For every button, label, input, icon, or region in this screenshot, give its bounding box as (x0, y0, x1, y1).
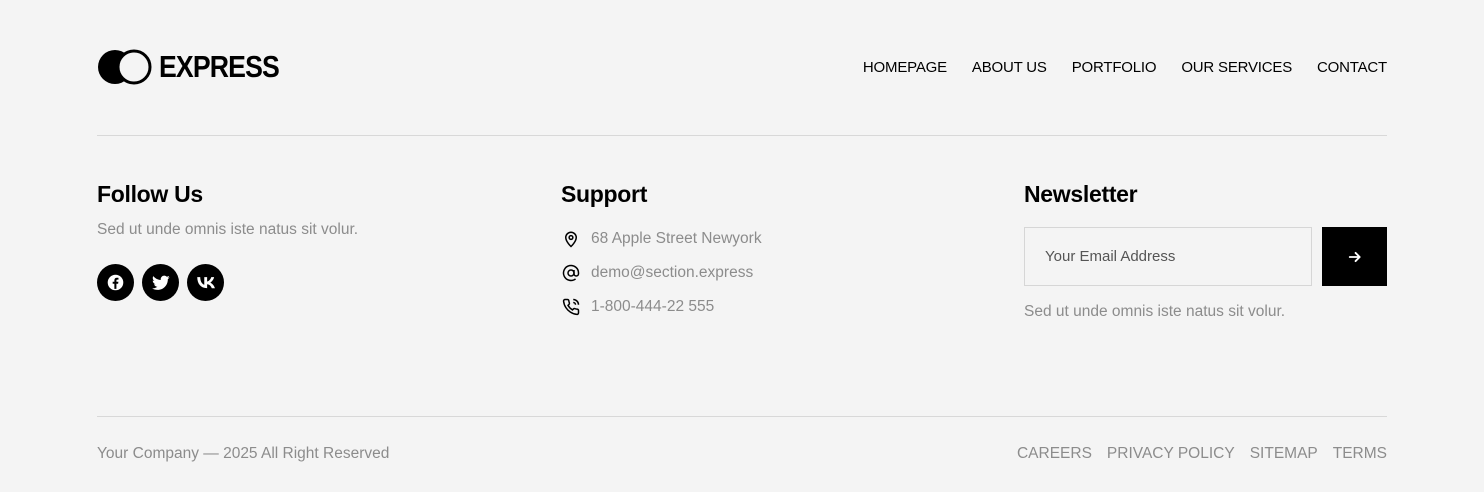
phone-icon (561, 297, 581, 317)
at-sign-icon (561, 263, 581, 283)
copyright-text: Your Company — 2025 All Right Reserved (97, 445, 390, 462)
support-column: Support 68 Apple Street Newyork demo@sec… (561, 180, 762, 324)
follow-us-title: Follow Us (97, 181, 203, 207)
footer-header: EXPRESS HOMEPAGE ABOUT US PORTFOLIO OUR … (97, 48, 1387, 88)
link-privacy-policy[interactable]: PRIVACY POLICY (1107, 444, 1235, 464)
location-pin-icon (561, 229, 581, 249)
support-list: 68 Apple Street Newyork demo@section.exp… (561, 222, 762, 324)
bottom-divider (97, 416, 1387, 417)
newsletter-title: Newsletter (1024, 181, 1138, 207)
link-careers[interactable]: CAREERS (1017, 444, 1092, 464)
nav-our-services[interactable]: OUR SERVICES (1181, 58, 1292, 78)
support-email-text[interactable]: demo@section.express (591, 263, 753, 283)
support-phone[interactable]: 1-800-444-22 555 (561, 290, 762, 324)
nav-homepage[interactable]: HOMEPAGE (863, 58, 947, 78)
nav-about-us[interactable]: ABOUT US (972, 58, 1047, 78)
support-address-text: 68 Apple Street Newyork (591, 230, 762, 247)
logo-mark-icon (98, 49, 152, 85)
nav-portfolio[interactable]: PORTFOLIO (1072, 58, 1157, 78)
newsletter-description: Sed ut unde omnis iste natus sit volur. (1024, 303, 1286, 320)
link-sitemap[interactable]: SITEMAP (1250, 444, 1318, 464)
newsletter-form (1024, 227, 1387, 286)
brand-name: EXPRESS (159, 49, 280, 84)
link-terms[interactable]: TERMS (1333, 444, 1387, 464)
legal-links: CAREERS PRIVACY POLICY SITEMAP TERMS (1017, 444, 1387, 464)
support-address: 68 Apple Street Newyork (561, 222, 762, 256)
social-links (97, 264, 358, 301)
facebook-icon[interactable] (97, 264, 134, 301)
newsletter-submit-button[interactable] (1322, 227, 1387, 286)
follow-us-description: Sed ut unde omnis iste natus sit volur. (97, 221, 359, 238)
support-email[interactable]: demo@section.express (561, 256, 762, 290)
top-divider (97, 135, 1387, 136)
support-title: Support (561, 181, 648, 207)
follow-us-column: Follow Us Sed ut unde omnis iste natus s… (97, 180, 358, 301)
newsletter-column: Newsletter Sed ut unde omnis iste natus … (1024, 180, 1387, 322)
arrow-right-icon (1348, 251, 1361, 262)
vk-icon[interactable] (187, 264, 224, 301)
brand-logo[interactable]: EXPRESS (97, 49, 298, 85)
support-phone-text[interactable]: 1-800-444-22 555 (591, 297, 714, 317)
newsletter-email-input[interactable] (1024, 227, 1312, 286)
twitter-icon[interactable] (142, 264, 179, 301)
main-nav: HOMEPAGE ABOUT US PORTFOLIO OUR SERVICES… (863, 58, 1387, 78)
nav-contact[interactable]: CONTACT (1317, 58, 1387, 78)
